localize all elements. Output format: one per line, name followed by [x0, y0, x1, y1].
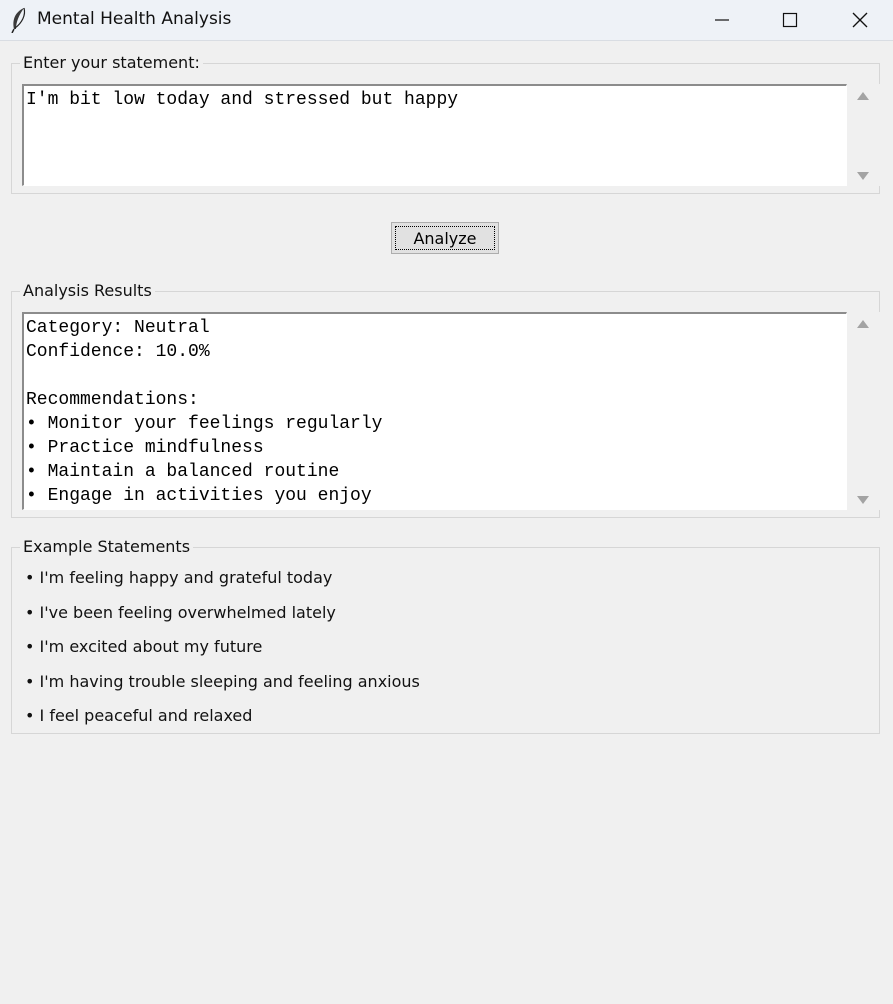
window-title: Mental Health Analysis: [37, 9, 232, 29]
scroll-down-icon[interactable]: [857, 172, 869, 180]
minimize-icon: [715, 19, 729, 21]
title-bar: Mental Health Analysis: [0, 0, 893, 41]
example-statement[interactable]: • I'm excited about my future: [25, 637, 262, 656]
scroll-down-icon[interactable]: [857, 496, 869, 504]
feather-icon: [9, 7, 29, 34]
maximize-icon: [782, 12, 798, 28]
analysis-results-group: Analysis Results Category: Neutral Confi…: [11, 281, 881, 518]
statement-scrollbar[interactable]: [847, 84, 881, 186]
maximize-button[interactable]: [757, 0, 823, 40]
analyze-button[interactable]: Analyze: [391, 222, 499, 254]
analysis-results-text[interactable]: Category: Neutral Confidence: 10.0% Reco…: [22, 312, 847, 510]
close-button[interactable]: [827, 0, 893, 40]
example-statement[interactable]: • I'm having trouble sleeping and feelin…: [25, 672, 420, 691]
example-statement[interactable]: • I'm feeling happy and grateful today: [25, 568, 332, 587]
scroll-up-icon[interactable]: [857, 320, 869, 328]
close-icon: [852, 12, 868, 28]
example-statements-group: Example Statements • I'm feeling happy a…: [11, 537, 880, 734]
statement-input-group: Enter your statement: I'm bit low today …: [11, 53, 881, 194]
statement-input-label: Enter your statement:: [20, 53, 203, 72]
analyze-button-label: Analyze: [395, 226, 495, 250]
results-scrollbar[interactable]: [847, 312, 881, 510]
scroll-up-icon[interactable]: [857, 92, 869, 100]
statement-input[interactable]: I'm bit low today and stressed but happy: [22, 84, 847, 186]
analysis-results-label: Analysis Results: [20, 281, 155, 300]
example-statements-label: Example Statements: [20, 537, 194, 556]
minimize-button[interactable]: [689, 0, 755, 40]
example-statement[interactable]: • I feel peaceful and relaxed: [25, 706, 252, 725]
example-statement[interactable]: • I've been feeling overwhelmed lately: [25, 603, 336, 622]
